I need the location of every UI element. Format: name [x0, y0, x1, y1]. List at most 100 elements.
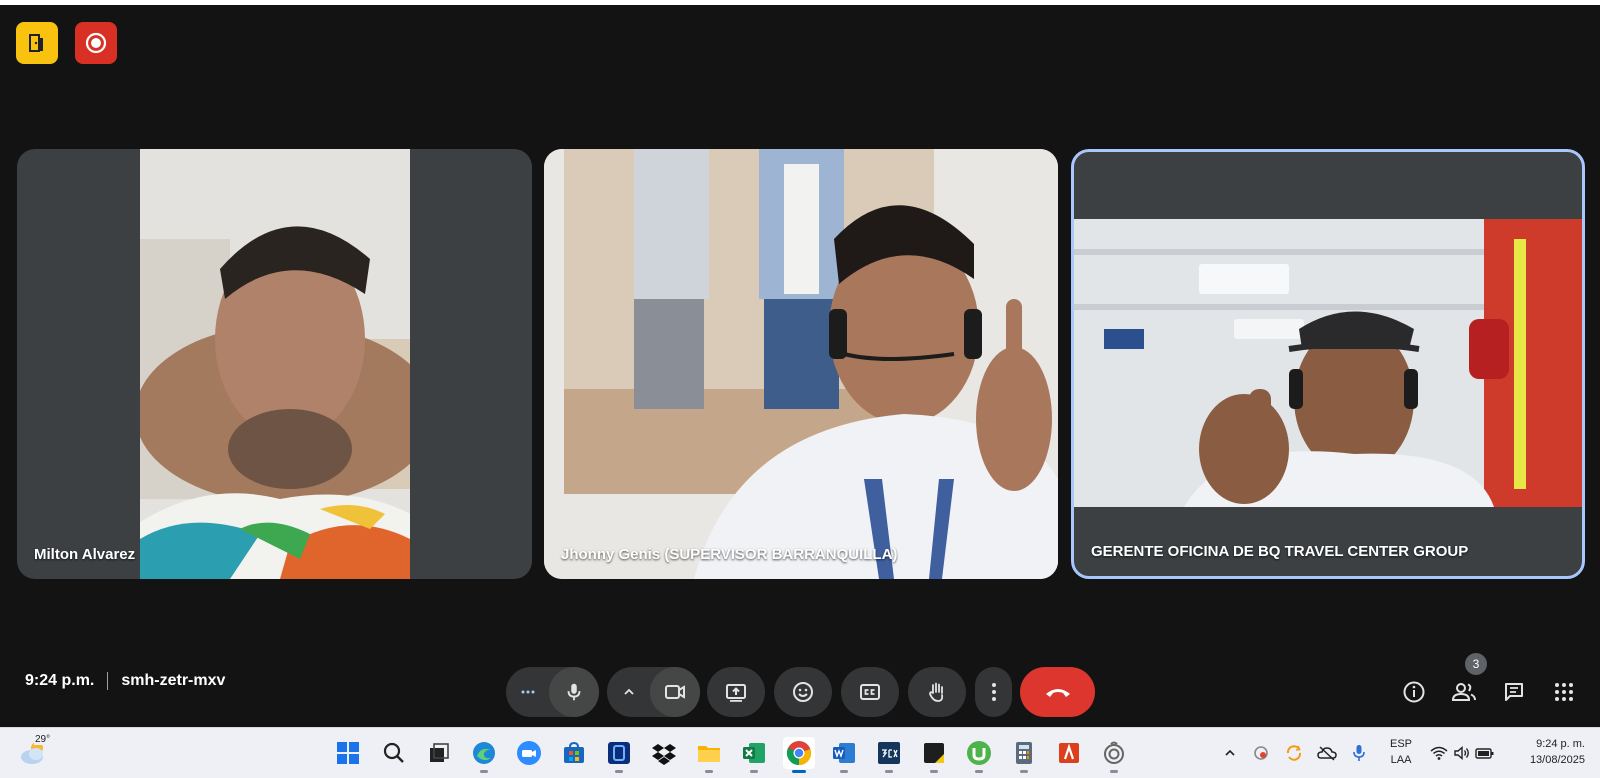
camera-button[interactable] — [650, 667, 700, 717]
taskbar-app-sticky[interactable] — [918, 737, 950, 773]
more-options-button[interactable] — [975, 667, 1012, 717]
microphone-icon — [1353, 745, 1365, 761]
running-indicator — [705, 770, 713, 773]
tray-battery[interactable] — [1474, 742, 1496, 764]
participant-tile[interactable]: Jhonny Genis (SUPERVISOR BARRANQUILLA) — [544, 149, 1058, 579]
apps-grid-icon — [1555, 683, 1573, 701]
participant-video — [1074, 219, 1582, 507]
audio-options-button[interactable] — [506, 667, 549, 717]
tray-volume[interactable] — [1451, 742, 1473, 764]
info-icon — [1403, 681, 1425, 703]
store-icon — [564, 741, 584, 763]
taskbar-app-3cx[interactable] — [873, 737, 905, 773]
taskbar-app-calculator[interactable] — [1008, 737, 1040, 773]
running-indicator — [930, 770, 938, 773]
sticky-notes-icon — [924, 743, 944, 763]
microphone-control-group — [506, 667, 599, 717]
microphone-icon — [567, 683, 581, 701]
utorrent-icon — [967, 741, 991, 765]
running-indicator — [750, 770, 758, 773]
camera-control-group — [607, 667, 700, 717]
edge-icon — [473, 742, 495, 764]
taskbar-app-red[interactable] — [1053, 737, 1085, 769]
reactions-button[interactable] — [774, 667, 832, 717]
wifi-icon — [1430, 746, 1448, 760]
video-options-button[interactable] — [607, 667, 650, 717]
taskbar-app-file-explorer[interactable] — [693, 737, 725, 773]
battery-charging-icon — [1475, 748, 1494, 759]
running-indicator — [1110, 770, 1118, 773]
people-icon — [1451, 683, 1476, 701]
ring-app-icon — [1104, 741, 1124, 764]
microphone-button[interactable] — [549, 667, 599, 717]
camera-icon — [665, 685, 685, 699]
start-button[interactable] — [332, 737, 364, 769]
running-indicator — [792, 770, 806, 773]
taskbar-app-excel[interactable] — [738, 737, 770, 773]
participant-name: Milton Alvarez — [34, 546, 136, 563]
host-controls-button[interactable] — [16, 22, 58, 64]
tray-sync[interactable] — [1283, 742, 1305, 764]
folder-icon — [698, 746, 720, 762]
taskbar-app-zoom[interactable] — [513, 737, 545, 769]
participant-count-badge: 3 — [1465, 653, 1487, 675]
chat-icon — [1505, 683, 1523, 701]
present-screen-button[interactable] — [707, 667, 765, 717]
activities-button[interactable] — [1549, 677, 1579, 707]
chevron-up-icon — [623, 688, 634, 695]
running-indicator — [1020, 770, 1028, 773]
participant-name: Jhonny Genis (SUPERVISOR BARRANQUILLA) — [561, 546, 898, 563]
running-indicator — [975, 770, 983, 773]
clock-date: 13/08/2025 — [1529, 754, 1585, 766]
tray-onedrive[interactable] — [1316, 742, 1338, 764]
tray-app-red[interactable] — [1250, 742, 1272, 764]
participant-tile-active-speaker[interactable]: GERENTE OFICINA DE BQ TRAVEL CENTER GROU… — [1071, 149, 1585, 579]
raise-hand-icon — [929, 682, 944, 702]
language-code: ESP — [1390, 738, 1413, 750]
search-icon — [383, 742, 404, 763]
emoji-icon — [793, 682, 813, 702]
running-indicator — [615, 770, 623, 773]
divider — [107, 672, 109, 690]
raise-hand-button[interactable] — [908, 667, 966, 717]
meeting-details: 9:24 p.m. smh-zetr-mxv — [25, 672, 225, 690]
participant-video — [140, 149, 410, 579]
taskbar-app-blue[interactable] — [603, 737, 635, 773]
calculator-icon — [1016, 742, 1032, 764]
taskbar-app-edge[interactable] — [468, 737, 500, 773]
meeting-info-button[interactable] — [1399, 677, 1429, 707]
search-button[interactable] — [378, 737, 410, 769]
recording-indicator[interactable] — [75, 22, 117, 64]
meeting-code: smh-zetr-mxv — [121, 672, 226, 689]
clock-time: 9:24 p. m. — [1536, 738, 1585, 750]
taskbar-app-dropbox[interactable] — [648, 737, 680, 769]
app-shield-icon — [608, 742, 630, 764]
taskbar-app-word[interactable] — [828, 737, 860, 773]
tray-microphone[interactable] — [1348, 742, 1370, 764]
captions-button[interactable] — [841, 667, 899, 717]
tray-wifi[interactable] — [1428, 742, 1450, 764]
taskbar-app-ring[interactable] — [1098, 737, 1130, 773]
taskbar-app-chrome[interactable] — [783, 737, 815, 773]
task-view-button[interactable] — [423, 737, 455, 769]
app-red-icon — [1059, 743, 1079, 763]
participant-tile[interactable]: Milton Alvarez — [17, 149, 532, 579]
meeting-time: 9:24 p.m. — [25, 672, 95, 689]
more-vert-icon — [991, 683, 996, 701]
chat-button[interactable] — [1499, 677, 1529, 707]
show-hidden-icons-button[interactable] — [1219, 742, 1241, 764]
keyboard-layout: LAA — [1390, 754, 1412, 766]
participant-video — [544, 149, 1058, 579]
input-language-indicator[interactable]: ESP LAA — [1390, 736, 1412, 768]
door-icon — [29, 34, 43, 52]
meet-window: Milton Alvarez Jhonny Genis (SUPERVISOR … — [0, 5, 1600, 727]
taskbar-app-utorrent[interactable] — [963, 737, 995, 773]
weather-widget[interactable]: 29° — [18, 734, 52, 770]
tray-app-icon — [1254, 746, 1268, 760]
system-clock[interactable]: 9:24 p. m. 13/08/2025 — [1515, 736, 1585, 768]
taskbar-app-store[interactable] — [558, 737, 590, 769]
captions-icon — [860, 684, 880, 700]
leave-call-button[interactable] — [1020, 667, 1095, 717]
word-icon — [833, 743, 855, 763]
people-button[interactable] — [1449, 677, 1479, 707]
